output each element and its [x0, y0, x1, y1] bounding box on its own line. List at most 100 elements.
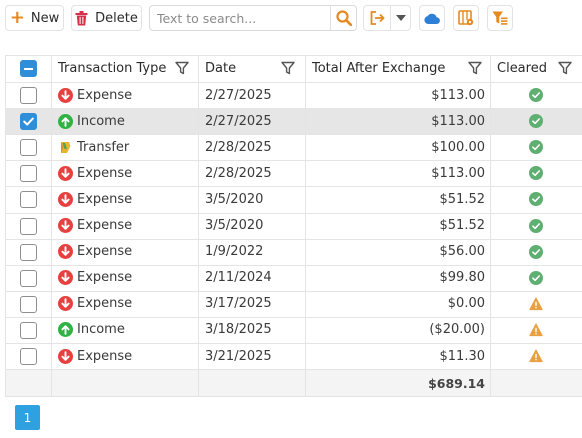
table-row[interactable]: Expense 2/27/2025 $113.00 [5, 82, 582, 108]
row-checkbox[interactable] [20, 321, 37, 339]
table-row[interactable]: Transfer 2/28/2025 $100.00 [5, 134, 582, 160]
search-button[interactable] [331, 6, 357, 30]
grid-row-line [5, 343, 582, 344]
cleared-check-icon [529, 140, 543, 155]
cell-cleared [490, 239, 582, 265]
filter-icon[interactable] [558, 61, 572, 75]
cell-transaction-type: Expense [51, 186, 199, 212]
row-checkbox[interactable] [20, 295, 37, 313]
cloud-icon [424, 13, 440, 24]
new-button[interactable]: + New [5, 5, 64, 31]
row-checkbox[interactable] [20, 139, 37, 157]
grid-column-line [490, 55, 491, 397]
transaction-type-text: Expense [77, 191, 133, 207]
cell-date: 2/11/2024 [205, 270, 272, 286]
cell-total: $51.52 [439, 218, 486, 233]
search-input[interactable] [150, 6, 330, 30]
plus-icon: + [9, 7, 25, 28]
row-checkbox[interactable] [20, 113, 37, 131]
cell-date: 2/27/2025 [205, 113, 272, 129]
cell-date: 3/21/2025 [205, 348, 272, 364]
transaction-type-text: Expense [77, 218, 133, 233]
cloud-button[interactable] [419, 5, 445, 31]
cell-date: 1/9/2022 [205, 244, 264, 260]
table-row[interactable]: Income 2/27/2025 $113.00 [5, 108, 582, 135]
transaction-type-text: Expense [77, 296, 133, 312]
search-box [149, 5, 357, 31]
arrow-down-icon [58, 165, 73, 181]
grid-footer [5, 369, 582, 397]
cell-total: ($20.00) [429, 322, 485, 338]
filter-icon[interactable] [281, 61, 295, 75]
cleared-check-icon [529, 244, 543, 259]
table-row[interactable]: Expense 3/5/2020 $51.52 [5, 213, 582, 239]
indeterminate-mark [24, 68, 33, 70]
grid-row-line [5, 265, 582, 266]
transaction-type-text: Transfer [77, 139, 130, 155]
table-row[interactable]: Expense 3/17/2025 $0.00 [5, 291, 582, 317]
export-icon [370, 11, 385, 25]
filter-settings-button[interactable] [487, 5, 513, 31]
cell-transaction-type: Expense [51, 239, 199, 265]
delete-button[interactable]: Delete [71, 5, 142, 31]
table-row[interactable]: Expense 1/9/2022 $56.00 [5, 239, 582, 265]
cleared-check-icon [529, 192, 543, 207]
cell-transaction-type: Expense [51, 82, 199, 108]
cell-cleared [490, 134, 582, 160]
cell-total: $113.00 [431, 87, 485, 103]
arrow-down-icon [58, 244, 73, 260]
column-header-total[interactable]: Total After Exchange [305, 55, 491, 82]
cell-cleared [490, 82, 582, 108]
table-row[interactable]: Expense 3/21/2025 $11.30 [5, 343, 582, 369]
cleared-check-icon [529, 114, 543, 129]
cell-cleared [490, 317, 582, 343]
warning-icon [529, 349, 543, 363]
cell-transaction-type: Income [51, 317, 199, 343]
filter-icon[interactable] [175, 61, 189, 75]
delete-button-label: Delete [95, 10, 138, 26]
grid-row-line [5, 291, 582, 292]
cleared-check-icon [529, 88, 543, 102]
grid-column-line [305, 55, 306, 397]
cell-cleared [490, 108, 582, 134]
search-icon [336, 10, 352, 26]
table-row[interactable]: Expense 2/11/2024 $99.80 [5, 265, 582, 291]
chevron-down-icon[interactable] [396, 15, 406, 21]
column-header-total-label: Total After Exchange [312, 61, 446, 76]
row-checkbox[interactable] [20, 87, 37, 104]
arrow-down-icon [58, 191, 73, 207]
warning-icon [529, 323, 543, 336]
cell-transaction-type: Transfer [51, 134, 199, 160]
table-row[interactable]: Expense 2/28/2025 $113.00 [5, 160, 582, 186]
filter-settings-icon [492, 11, 508, 25]
transaction-type-text: Expense [77, 270, 133, 286]
arrow-down-icon [58, 296, 73, 312]
transaction-type-text: Income [77, 113, 125, 129]
grid-row-line [5, 317, 582, 318]
row-checkbox[interactable] [20, 165, 37, 183]
cell-transaction-type: Income [51, 108, 199, 134]
grid-column-line [5, 55, 6, 397]
filter-icon[interactable] [468, 61, 482, 75]
transactions-grid: Transaction Type Date Total After Exchan… [5, 55, 582, 397]
table-row[interactable]: Expense 3/5/2020 $51.52 [5, 186, 582, 212]
cell-cleared [490, 343, 582, 369]
cell-transaction-type: Expense [51, 160, 199, 186]
row-checkbox[interactable] [20, 191, 37, 209]
row-checkbox[interactable] [20, 217, 37, 235]
row-checkbox[interactable] [20, 348, 37, 365]
grid-column-line [51, 55, 52, 397]
row-checkbox[interactable] [20, 269, 37, 287]
transaction-type-text: Income [77, 322, 125, 338]
checkmark-icon [23, 117, 34, 126]
export-button[interactable] [363, 5, 411, 31]
grid-row-line [5, 186, 582, 187]
arrow-down-icon [58, 270, 73, 286]
table-row[interactable]: Income 3/18/2025 ($20.00) [5, 317, 582, 343]
export-divider [390, 6, 391, 30]
column-chooser-button[interactable] [453, 5, 479, 31]
row-checkbox[interactable] [20, 243, 37, 261]
pager-page-1[interactable]: 1 [15, 405, 40, 430]
grid-row-line [5, 369, 582, 370]
select-all-checkbox[interactable] [20, 60, 37, 77]
